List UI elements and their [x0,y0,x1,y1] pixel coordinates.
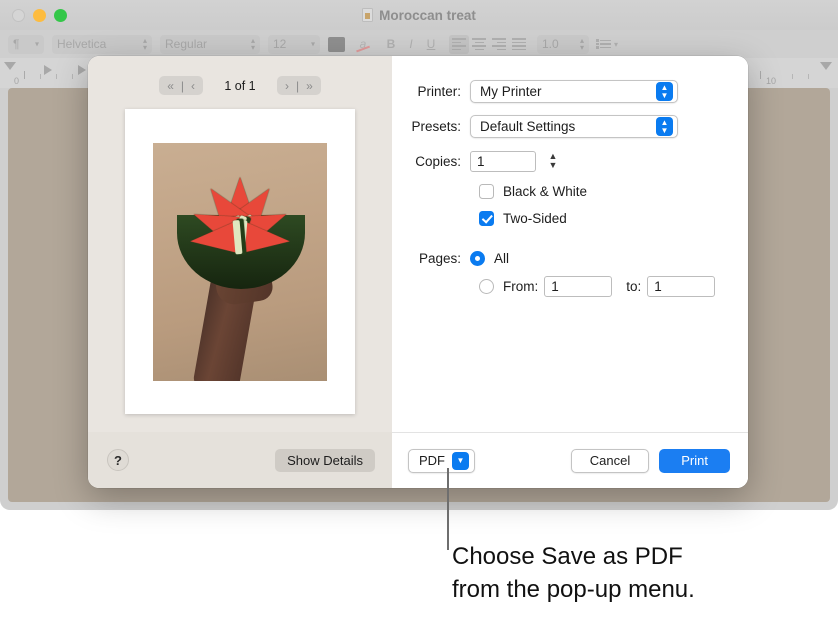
line-spacing-value: 1.0 [542,37,559,51]
chevron-down-icon: ▾ [35,40,39,49]
copies-row: Copies: 1 ▲▼ [392,150,748,172]
black-and-white-label: Black & White [503,184,587,199]
previous-page-button[interactable]: ‹ [191,79,195,93]
close-button[interactable] [12,9,25,22]
next-page-button[interactable]: › [285,79,289,93]
pages-from-label: From: [503,279,538,294]
preview-page-thumbnail [125,109,355,414]
nav-back-group: « | ‹ [159,76,203,95]
pages-label: Pages: [392,251,470,266]
pages-to-label: to: [626,279,641,294]
align-left-button[interactable] [449,35,469,54]
tab-marker[interactable] [78,65,86,75]
presets-select[interactable]: Default Settings ▲▼ [470,115,678,138]
list-style-menu[interactable]: ▾ [597,40,621,49]
formatting-toolbar: ¶ ▾ Helvetica ▴▾ Regular ▴▾ 12 ▾ a B I U [0,30,838,58]
highlight-color-icon[interactable]: a [353,35,373,54]
two-sided-label: Two-Sided [503,211,567,226]
callout-line-2: from the pop-up menu. [452,573,832,606]
page-navigation: « | ‹ 1 of 1 › | » [88,76,392,95]
callout-leader-line [447,468,449,550]
tab-marker[interactable] [44,65,52,75]
italic-button[interactable]: I [401,35,421,54]
pdf-label: PDF [419,453,445,468]
printer-label: Printer: [392,84,470,99]
line-spacing-menu[interactable]: 1.0 ▴▾ [537,35,589,54]
bullet-list-icon [600,40,611,49]
zoom-button[interactable] [54,9,67,22]
updown-chevron-icon: ▲▼ [656,82,673,101]
pages-all-radio[interactable] [470,251,485,266]
font-style-menu[interactable]: Regular ▴▾ [160,35,260,54]
pages-range-radio[interactable] [479,279,494,294]
presets-value: Default Settings [480,119,575,134]
chevron-down-icon: ▾ [614,40,618,49]
printer-row: Printer: My Printer ▲▼ [392,80,748,103]
pages-range-row: From: 1 to: 1 [392,276,748,297]
printer-select[interactable]: My Printer ▲▼ [470,80,678,103]
print-settings-pane: Printer: My Printer ▲▼ Presets: Default … [392,56,748,488]
print-dialog: « | ‹ 1 of 1 › | » [88,56,748,488]
font-size-value: 12 [273,37,286,51]
cancel-button[interactable]: Cancel [571,449,649,473]
black-and-white-checkbox[interactable] [479,184,494,199]
pdf-menu-button[interactable]: PDF ▼ [408,449,475,473]
copies-label: Copies: [392,154,470,169]
presets-label: Presets: [392,119,470,134]
show-details-button[interactable]: Show Details [275,449,375,472]
minimize-button[interactable] [33,9,46,22]
print-button[interactable]: Print [659,449,730,473]
two-sided-row[interactable]: Two-Sided [392,211,748,226]
indent-marker[interactable] [4,62,16,70]
text-color-swatch[interactable] [328,37,345,52]
copies-stepper[interactable]: ▲▼ [545,150,561,172]
bold-button[interactable]: B [381,35,401,54]
ruler-label-right: 10 [766,76,776,86]
paragraph-icon: ¶ [13,37,19,51]
black-and-white-row[interactable]: Black & White [392,184,748,199]
ruler-label-left: 0 [14,76,19,86]
font-style-value: Regular [165,37,207,51]
pages-all-row: Pages: All [392,251,748,266]
presets-row: Presets: Default Settings ▲▼ [392,115,748,138]
callout-text: Choose Save as PDF from the pop-up menu. [452,540,832,606]
watermelon-photo [153,143,327,381]
chevron-down-icon: ▾ [311,40,315,49]
font-family-value: Helvetica [57,37,106,51]
underline-button[interactable]: U [421,35,441,54]
copies-input[interactable]: 1 [470,151,536,172]
pages-from-input[interactable]: 1 [544,276,612,297]
align-center-button[interactable] [469,35,489,54]
page-count-label: 1 of 1 [221,79,259,93]
font-size-menu[interactable]: 12 ▾ [268,35,320,54]
align-justify-button[interactable] [509,35,529,54]
dialog-footer: ? Show Details PDF ▼ Cancel Print [88,432,748,488]
two-sided-checkbox[interactable] [479,211,494,226]
paragraph-style-menu[interactable]: ¶ ▾ [8,35,44,54]
nav-forward-group: › | » [277,76,321,95]
updown-icon: ▴▾ [251,37,255,51]
updown-icon: ▴▾ [143,37,147,51]
print-preview-pane: « | ‹ 1 of 1 › | » [88,56,392,488]
indent-marker[interactable] [820,62,832,70]
first-page-button[interactable]: « [167,79,174,93]
font-family-menu[interactable]: Helvetica ▴▾ [52,35,152,54]
nav-divider: | [296,79,299,93]
pages-all-label: All [494,251,509,266]
align-right-button[interactable] [489,35,509,54]
callout-line-1: Choose Save as PDF [452,540,832,573]
window-titlebar [0,0,838,30]
pages-to-input[interactable]: 1 [647,276,715,297]
traffic-lights [0,9,67,22]
help-button[interactable]: ? [107,449,129,471]
nav-divider: | [181,79,184,93]
updown-chevron-icon: ▲▼ [656,117,673,136]
updown-icon: ▴▾ [580,37,584,51]
footer-right: PDF ▼ Cancel Print [392,432,748,488]
chevron-down-icon: ▼ [452,452,469,470]
footer-left: ? Show Details [88,432,392,488]
printer-value: My Printer [480,84,542,99]
last-page-button[interactable]: » [306,79,313,93]
